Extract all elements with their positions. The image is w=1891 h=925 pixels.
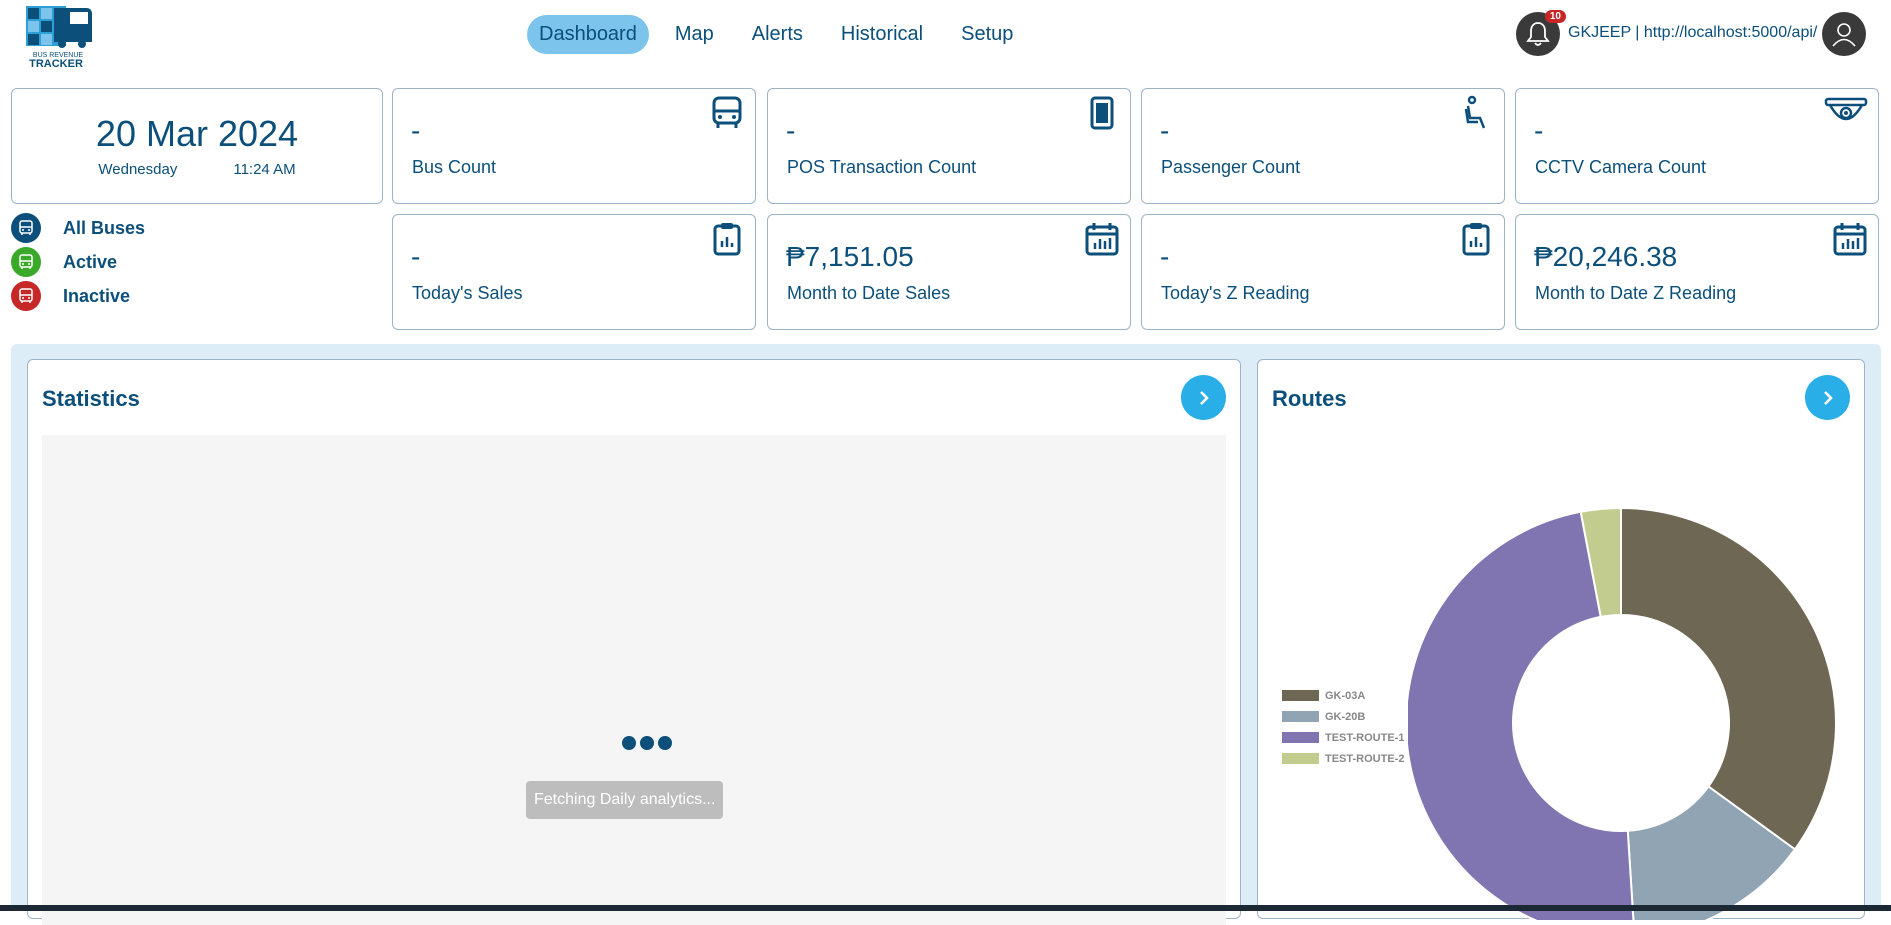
bottom-edge: [0, 905, 1891, 911]
mtd-z-reading-card: ₱20,246.38 Month to Date Z Reading: [1515, 214, 1879, 330]
cctv-camera-icon: [1824, 97, 1868, 121]
mtd-sales-label: Month to Date Sales: [787, 283, 951, 303]
pos-count-label: POS Transaction Count: [787, 157, 977, 177]
notifications-button[interactable]: 10: [1516, 10, 1566, 56]
routes-panel: Routes GK-03A GK-20B TEST-ROUTE-1 TEST-ROUT…: [1257, 359, 1865, 920]
legend-swatch: [1282, 732, 1319, 743]
todays-sales-label: Today's Sales: [412, 283, 523, 303]
legend-item-test-route-2[interactable]: TEST-ROUTE-2: [1282, 748, 1404, 769]
calendar-chart-icon: [1833, 223, 1867, 256]
passenger-count-card: - Passenger Count: [1141, 88, 1505, 204]
todays-z-reading-card: - Today's Z Reading: [1141, 214, 1505, 330]
seated-passenger-icon: [1464, 95, 1486, 129]
nav-alerts[interactable]: Alerts: [740, 15, 815, 54]
user-api-label: GKJEEP | http://localhost:5000/api/: [1568, 24, 1818, 41]
bell-icon: [1526, 22, 1550, 46]
filter-active-buses[interactable]: Active: [11, 247, 117, 277]
user-avatar-button[interactable]: [1822, 12, 1866, 56]
bus-icon: [11, 213, 41, 243]
nav-map[interactable]: Map: [663, 15, 726, 54]
chevron-right-icon: [1199, 390, 1209, 405]
pos-terminal-icon: [1090, 96, 1114, 130]
all-buses-label: All Buses: [63, 217, 146, 238]
current-time: 11:24 AM: [233, 161, 296, 178]
legend-swatch: [1282, 753, 1319, 764]
bus-icon: [11, 281, 41, 311]
bus-count-label: Bus Count: [412, 157, 497, 177]
routes-title: Routes: [1272, 386, 1347, 411]
filter-inactive-buses[interactable]: Inactive: [11, 281, 130, 311]
legend-label: TEST-ROUTE-1: [1325, 731, 1405, 744]
legend-item-test-route-1[interactable]: TEST-ROUTE-1: [1282, 727, 1404, 748]
nav-setup[interactable]: Setup: [949, 15, 1025, 54]
calendar-chart-icon: [1085, 223, 1119, 256]
user-icon: [1832, 23, 1856, 47]
bus-icon: [11, 247, 41, 277]
legend-item-gk-03a[interactable]: GK-03A: [1282, 685, 1404, 706]
cctv-count-card: - CCTV Camera Count: [1515, 88, 1879, 204]
statistics-title: Statistics: [42, 386, 140, 411]
statistics-chart-area: Fetching Daily analytics...: [42, 435, 1226, 925]
cctv-count-label: CCTV Camera Count: [1535, 157, 1707, 177]
clipboard-chart-icon: [1462, 223, 1490, 256]
passenger-count-value: -: [1160, 115, 1170, 146]
cctv-count-value: -: [1534, 115, 1544, 146]
todays-sales-card: - Today's Sales: [392, 214, 756, 330]
todays-z-reading-label: Today's Z Reading: [1161, 283, 1310, 303]
statistics-panel: Statistics Fetching Daily analytics...: [27, 359, 1241, 925]
mtd-z-reading-value: ₱20,246.38: [1534, 241, 1678, 272]
bus-revenue-tracker-logo[interactable]: BUS REVENUE TRACKER: [24, 4, 94, 70]
filter-all-buses[interactable]: All Buses: [11, 213, 145, 243]
routes-donut-chart: [1408, 506, 1837, 920]
todays-z-reading-value: -: [1160, 241, 1170, 272]
bus-count-card: - Bus Count: [392, 88, 756, 204]
mtd-z-reading-label: Month to Date Z Reading: [1535, 283, 1737, 303]
passenger-count-label: Passenger Count: [1161, 157, 1301, 177]
legend-item-gk-20b[interactable]: GK-20B: [1282, 706, 1404, 727]
pos-count-value: -: [786, 115, 796, 146]
legend-label: TEST-ROUTE-2: [1325, 752, 1405, 765]
bus-count-value: -: [411, 115, 421, 146]
pos-count-card: - POS Transaction Count: [767, 88, 1131, 204]
top-bar: BUS REVENUE TRACKER Dashboard Map Alerts…: [0, 0, 1891, 72]
mtd-sales-card: ₱7,151.05 Month to Date Sales: [767, 214, 1131, 330]
routes-legend: GK-03A GK-20B TEST-ROUTE-1 TEST-ROUTE-2: [1282, 685, 1404, 769]
mtd-sales-value: ₱7,151.05: [786, 241, 914, 272]
nav-historical[interactable]: Historical: [829, 15, 935, 54]
notification-badge: 10: [1544, 10, 1566, 23]
loading-message: Fetching Daily analytics...: [526, 781, 724, 819]
logo-text-line2: TRACKER: [29, 58, 83, 68]
date-card: 20 Mar 2024 Wednesday 11:24 AM: [11, 88, 383, 204]
clipboard-chart-icon: [713, 223, 741, 256]
active-label: Active: [63, 251, 118, 272]
legend-swatch: [1282, 690, 1319, 701]
todays-sales-value: -: [411, 241, 421, 272]
loading-spinner: [622, 736, 672, 750]
donut-slice-gk-03a[interactable]: [1620, 506, 1837, 851]
current-weekday: Wednesday: [98, 161, 178, 178]
bus-icon: [712, 96, 742, 128]
inactive-label: Inactive: [63, 285, 131, 306]
main-nav: Dashboard Map Alerts Historical Setup: [527, 15, 1025, 54]
current-date: 20 Mar 2024: [95, 113, 299, 154]
nav-dashboard[interactable]: Dashboard: [527, 15, 649, 54]
legend-label: GK-20B: [1325, 710, 1366, 723]
legend-label: GK-03A: [1325, 689, 1366, 702]
legend-swatch: [1282, 711, 1319, 722]
statistics-open-button[interactable]: [1181, 375, 1226, 420]
